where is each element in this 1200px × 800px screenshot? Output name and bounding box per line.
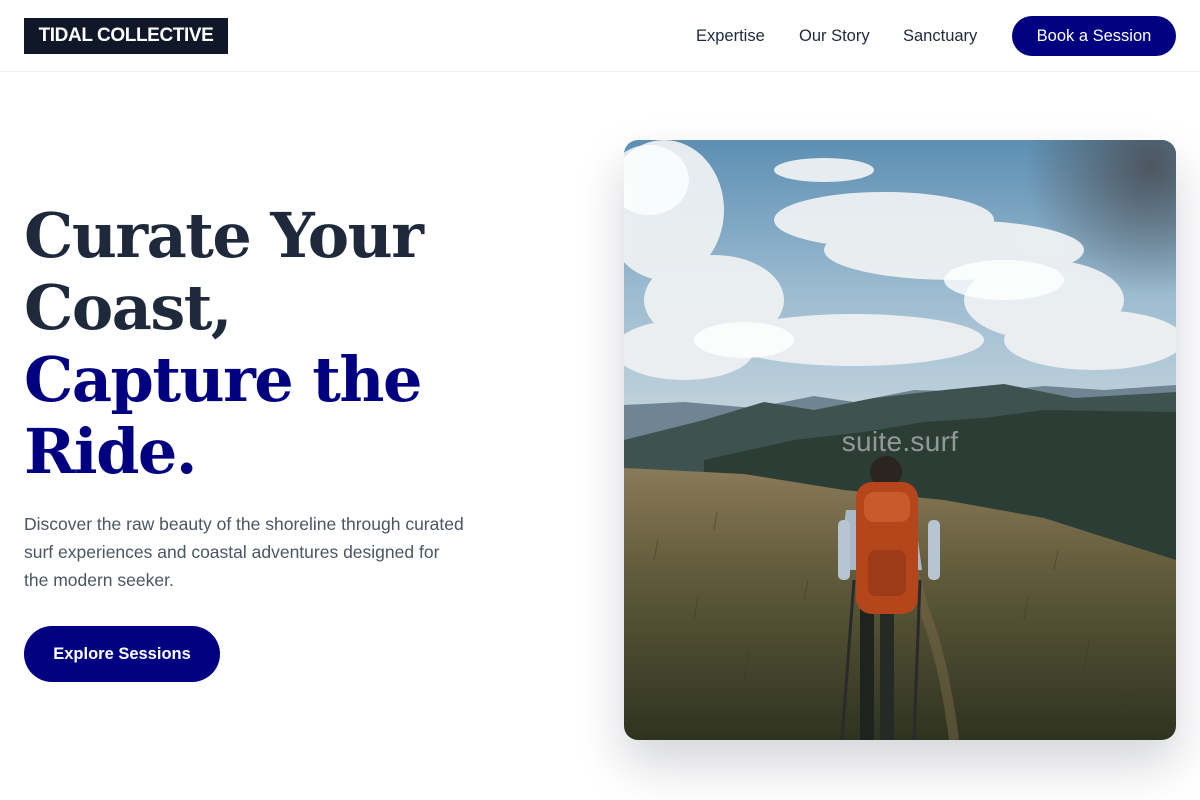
headline-line-1: Curate Your [24, 199, 424, 272]
nav-link-sanctuary[interactable]: Sanctuary [903, 25, 977, 47]
headline-line-4: Ride. [24, 415, 197, 488]
headline-line-3: Capture the [24, 343, 422, 416]
explore-sessions-button[interactable]: Explore Sessions [24, 626, 220, 682]
nav-link-our-story[interactable]: Our Story [799, 25, 870, 47]
nav-link-expertise[interactable]: Expertise [696, 25, 765, 47]
book-session-button[interactable]: Book a Session [1012, 16, 1176, 56]
image-watermark: suite.surf [841, 426, 959, 457]
hero-image: suite.surf [624, 140, 1176, 740]
brand-logo[interactable]: TIDAL COLLECTIVE [24, 18, 228, 54]
hero-headline: Curate Your Coast, Capture the Ride. [24, 200, 544, 488]
hero-description: Discover the raw beauty of the shoreline… [24, 514, 464, 590]
site-header: TIDAL COLLECTIVE Expertise Our Story San… [0, 0, 1200, 72]
headline-line-2: Coast, [24, 271, 233, 344]
